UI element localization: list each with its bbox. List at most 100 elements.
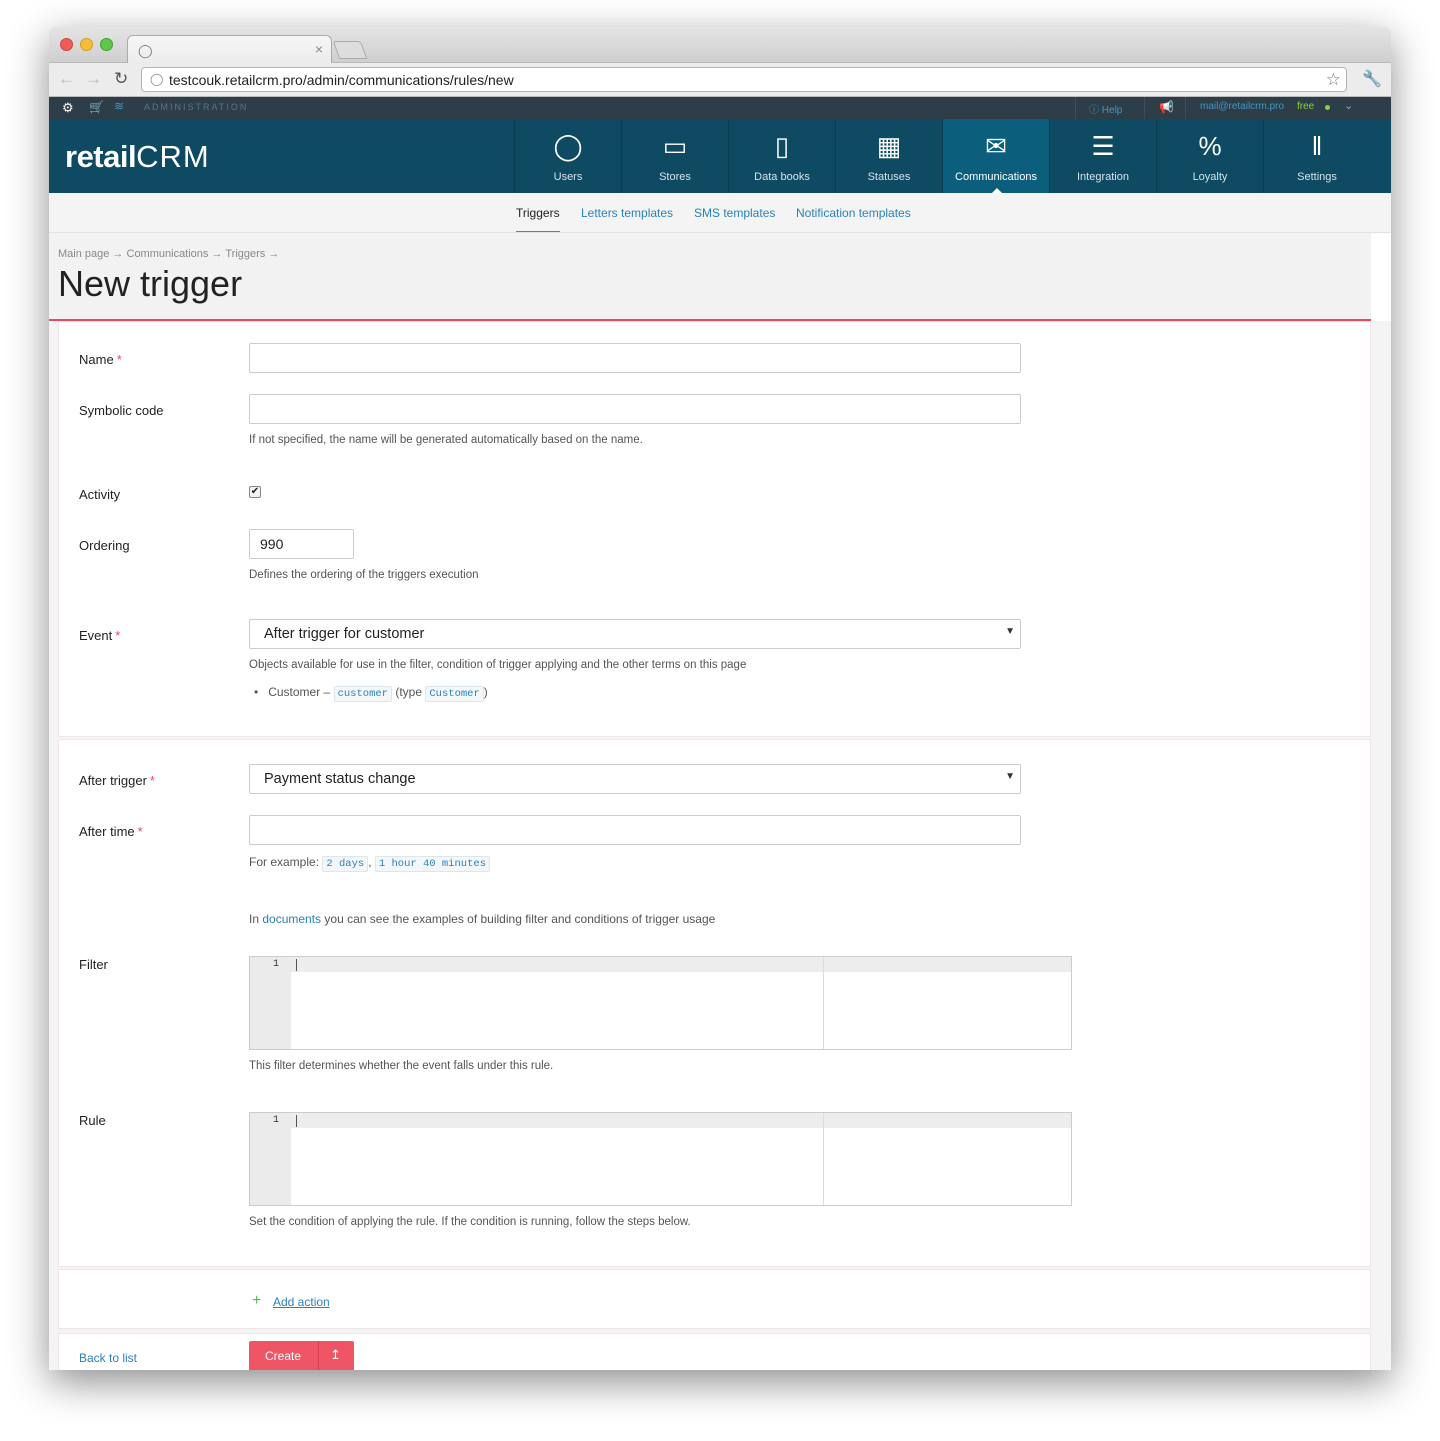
chevron-down-icon[interactable]: ⌄: [1344, 99, 1353, 112]
minimize-window-button[interactable]: [80, 38, 93, 51]
tab-sms-templates[interactable]: SMS templates: [694, 206, 775, 220]
nav-data-books[interactable]: ▯ Data books: [728, 119, 835, 193]
plus-icon[interactable]: +: [252, 1292, 261, 1310]
line-gutter: 1: [250, 1113, 291, 1205]
store-icon: ▭: [662, 131, 688, 161]
nav-users[interactable]: ◯ Users: [514, 119, 621, 193]
general-settings-panel: Name * Symbolic code If not specified, th…: [58, 321, 1371, 737]
envelope-icon: ✉: [985, 131, 1007, 161]
filter-hint: This filter determines whether the event…: [249, 1060, 554, 1072]
documents-link[interactable]: documents: [262, 912, 321, 926]
admin-strip: ⚙ 🛒 ≋ ADMINISTRATION ⓘ Help 📢 mail@retai…: [49, 97, 1391, 119]
symbolic-code-input[interactable]: [249, 394, 1021, 424]
retailcrm-logo[interactable]: retailCRM: [65, 139, 210, 175]
rule-code-editor[interactable]: 1: [249, 1112, 1072, 1206]
arrow-up-icon[interactable]: ↥: [330, 1347, 341, 1363]
after-trigger-select[interactable]: Payment status change ▼: [249, 764, 1021, 794]
rule-label: Rule: [79, 1113, 106, 1128]
object-type: Customer: [425, 686, 484, 702]
print-margin: [823, 957, 824, 1049]
breadcrumb-main-page[interactable]: Main page: [58, 248, 109, 260]
browser-window: ◯ × ← → ↻ ◯ testcouk.retailcrm.pro/admin…: [49, 27, 1391, 1370]
dropdown-arrow-icon: ▼: [1005, 771, 1015, 782]
url-text[interactable]: testcouk.retailcrm.pro/admin/communicati…: [169, 72, 514, 88]
gear-icon[interactable]: ⚙: [62, 100, 74, 116]
activity-checkbox[interactable]: ✔: [249, 486, 261, 498]
actions-panel: + Add action: [58, 1269, 1371, 1329]
page-header: Main page → Communications → Triggers → …: [49, 233, 1371, 321]
trigger-conditions-panel: After trigger * Payment status change ▼ A…: [58, 739, 1371, 1267]
nav-settings[interactable]: ‖ Settings: [1263, 119, 1370, 193]
after-trigger-label: After trigger *: [79, 773, 155, 788]
bookmark-star-icon[interactable]: ☆: [1326, 70, 1341, 90]
form-footer: Back to list Create ↥: [58, 1333, 1371, 1370]
text-cursor: [296, 1115, 297, 1127]
after-time-input[interactable]: [249, 815, 1021, 845]
megaphone-icon[interactable]: 📢: [1159, 100, 1174, 114]
line-gutter: 1: [250, 957, 291, 1049]
filter-code-editor[interactable]: 1: [249, 956, 1072, 1050]
documents-note: In documents you can see the examples of…: [249, 912, 716, 926]
tab-letters-templates[interactable]: Letters templates: [581, 206, 673, 220]
example-code[interactable]: 2 days: [322, 856, 369, 872]
section-label: ADMINISTRATION: [144, 102, 249, 112]
form-area: Name * Symbolic code If not specified, th…: [49, 321, 1391, 1370]
nav-statuses[interactable]: ▦ Statuses: [835, 119, 942, 193]
divider: [1144, 97, 1145, 119]
active-line: [291, 1113, 1071, 1128]
page-title: New trigger: [58, 263, 243, 304]
sub-navigation: Triggers Letters templates SMS templates…: [49, 193, 1391, 233]
user-email[interactable]: mail@retailcrm.pro: [1200, 101, 1284, 112]
name-label: Name *: [79, 352, 122, 367]
ordering-input[interactable]: [249, 529, 354, 559]
create-button[interactable]: Create ↥: [249, 1341, 354, 1370]
active-line: [291, 957, 1071, 972]
back-arrow-icon[interactable]: ←: [58, 69, 75, 89]
browser-toolbar: ← → ↻ ◯ testcouk.retailcrm.pro/admin/com…: [49, 63, 1391, 97]
nav-loyalty[interactable]: % Loyalty: [1156, 119, 1263, 193]
button-divider: [318, 1341, 319, 1370]
nav-stores[interactable]: ▭ Stores: [621, 119, 728, 193]
percent-tag-icon: %: [1198, 131, 1222, 161]
zoom-window-button[interactable]: [100, 38, 113, 51]
browser-tab[interactable]: ◯ ×: [127, 35, 332, 64]
after-time-examples: For example: 2 days, 1 hour 40 minutes: [249, 855, 490, 872]
nav-communications[interactable]: ✉ Communications: [942, 119, 1049, 193]
analytics-icon[interactable]: ≋: [114, 99, 124, 113]
help-link[interactable]: ⓘ Help: [1089, 101, 1122, 116]
tab-triggers[interactable]: Triggers: [516, 206, 560, 232]
book-icon: ▯: [774, 131, 790, 161]
plan-badge: free: [1297, 101, 1315, 112]
close-tab-icon[interactable]: ×: [315, 41, 323, 57]
wrench-icon[interactable]: 🔧: [1362, 69, 1382, 89]
nav-integration[interactable]: ☰ Integration: [1049, 119, 1156, 193]
symbolic-code-label: Symbolic code: [79, 403, 164, 418]
available-object-item: • Customer – customer (type Customer): [254, 685, 488, 702]
text-cursor: [296, 959, 297, 971]
event-select[interactable]: After trigger for customer ▼: [249, 619, 1021, 649]
object-variable: customer: [333, 686, 392, 702]
back-to-list-link[interactable]: Back to list: [79, 1351, 137, 1365]
breadcrumb-communications[interactable]: Communications: [127, 248, 209, 260]
reload-icon[interactable]: ↻: [114, 69, 128, 89]
cart-icon[interactable]: 🛒: [89, 100, 104, 114]
event-hint: Objects available for use in the filter,…: [249, 659, 747, 671]
breadcrumb-triggers[interactable]: Triggers: [225, 248, 265, 260]
name-input[interactable]: [249, 343, 1021, 373]
new-tab-button[interactable]: [332, 41, 368, 59]
add-action-link[interactable]: Add action: [273, 1295, 330, 1309]
online-status-dot: [1325, 105, 1330, 110]
close-window-button[interactable]: [60, 38, 73, 51]
print-margin: [823, 1113, 824, 1205]
forward-arrow-icon[interactable]: →: [85, 69, 102, 89]
example-code[interactable]: 1 hour 40 minutes: [374, 856, 490, 872]
ordering-hint: Defines the ordering of the triggers exe…: [249, 569, 479, 581]
divider: [1075, 97, 1076, 119]
user-icon: ◯: [553, 131, 583, 161]
grid-icon: ▦: [876, 131, 902, 161]
tab-notification-templates[interactable]: Notification templates: [796, 206, 911, 220]
address-bar[interactable]: ◯ testcouk.retailcrm.pro/admin/communica…: [141, 67, 1347, 92]
tab-bar: ◯ ×: [49, 27, 1391, 64]
divider: [1185, 97, 1186, 119]
rule-hint: Set the condition of applying the rule. …: [249, 1216, 691, 1228]
